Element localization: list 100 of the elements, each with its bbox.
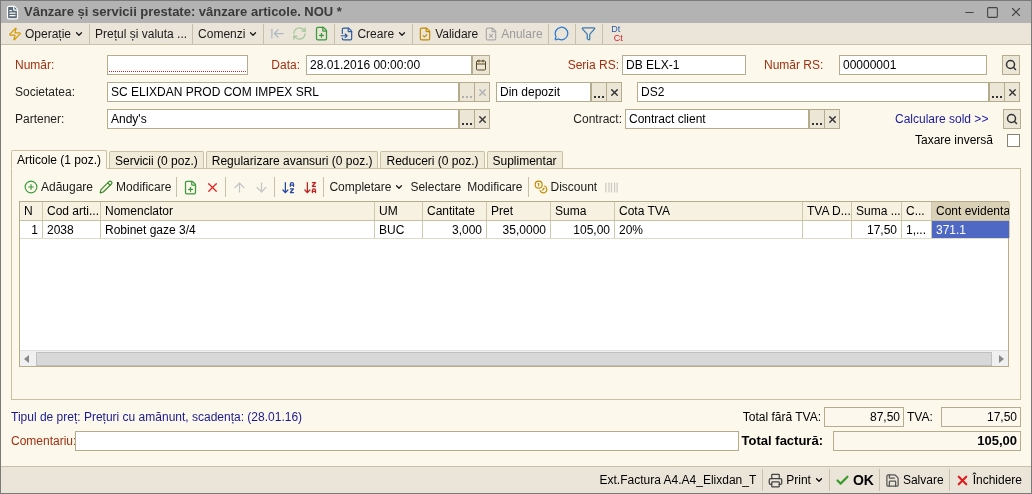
tab[interactable]: Regularizare avansuri (0 poz.) xyxy=(205,151,379,168)
document-check-icon xyxy=(418,26,433,41)
search-button[interactable] xyxy=(1003,109,1021,129)
table-cell: 3,000 xyxy=(423,221,487,238)
column-header[interactable]: Nomenclator xyxy=(101,202,375,220)
horizontal-scrollbar[interactable] xyxy=(20,350,1008,366)
toolbar-button[interactable]: Prețul și valuta ... xyxy=(92,23,191,44)
footer-button[interactable]: OK xyxy=(828,469,879,491)
document-cancel-icon xyxy=(484,26,499,41)
number-field[interactable]: 00000001 xyxy=(839,55,987,75)
sort-descending-icon xyxy=(302,179,318,195)
table-cell: Robinet gaze 3/4 xyxy=(101,221,375,238)
tab[interactable]: Articole (1 poz.) xyxy=(11,150,108,169)
table-cell: 1 xyxy=(20,221,43,238)
toolbar-button[interactable]: Validare xyxy=(415,23,482,44)
table-cell: 371.1 xyxy=(932,221,1010,238)
table-cell: 35,0000 xyxy=(487,221,551,238)
toolbar-button[interactable]: Comenzi xyxy=(195,23,262,44)
maximize-icon[interactable] xyxy=(986,5,999,19)
comment-field[interactable] xyxy=(75,431,739,451)
vat-label: TVA: xyxy=(906,409,934,426)
vat-field: 17,50 xyxy=(941,407,1021,427)
footer-button[interactable]: Închidere xyxy=(948,469,1027,491)
clear-button[interactable] xyxy=(607,82,622,102)
column-header[interactable]: Suma xyxy=(551,202,615,220)
close-icon[interactable] xyxy=(1009,5,1023,19)
search-icon xyxy=(1005,59,1017,71)
column-header[interactable]: Cod arti... xyxy=(43,202,101,220)
sort-ascending-icon xyxy=(280,179,296,195)
tab[interactable]: Suplimentar xyxy=(486,151,563,168)
column-header[interactable]: UM xyxy=(375,202,423,220)
invoice-total-label: Total factură: xyxy=(741,432,823,451)
column-header[interactable]: Suma ... xyxy=(852,202,902,220)
close-icon xyxy=(608,86,620,98)
calculate-balance-link[interactable]: Calculare sold >> xyxy=(895,111,989,127)
document-plus-icon xyxy=(313,26,329,41)
toolbar-button[interactable]: Creare xyxy=(337,23,411,44)
clear-button[interactable] xyxy=(825,109,840,129)
clear-button[interactable] xyxy=(1005,82,1020,102)
invoice-total-field: 105,00 xyxy=(833,431,1021,451)
column-header[interactable]: TVA D... xyxy=(803,202,852,220)
calendar-button[interactable] xyxy=(472,55,490,75)
browse-button[interactable] xyxy=(591,82,607,102)
close-icon xyxy=(476,113,488,125)
reverse-charge-checkbox[interactable] xyxy=(1007,133,1020,147)
field-label: Seria RS: xyxy=(566,57,620,74)
net-total-label: Total fără TVA: xyxy=(742,409,821,426)
chat-bubble-icon xyxy=(554,26,570,41)
column-header[interactable]: Pret xyxy=(487,202,551,220)
date-field[interactable]: 28.01.2016 00:00:00 xyxy=(306,55,472,75)
column-header[interactable]: Cantitate xyxy=(423,202,487,220)
close-icon xyxy=(1006,86,1018,98)
table-cell: 17,50 xyxy=(852,221,902,238)
printer-icon xyxy=(768,472,784,488)
close-icon xyxy=(476,86,488,98)
footer-button[interactable]: Salvare xyxy=(878,469,949,491)
browse-button[interactable] xyxy=(989,82,1005,102)
field-label: Partener: xyxy=(14,111,66,128)
toolbar-button[interactable]: Selectare xyxy=(407,177,465,197)
reverse-charge-label: Taxare inversă xyxy=(914,132,993,149)
number-field[interactable] xyxy=(107,55,248,75)
footer-button[interactable]: Print xyxy=(762,469,829,491)
barcode-icon xyxy=(603,179,619,195)
toolbar-button[interactable]: Modificare xyxy=(464,177,526,197)
field-label: Contract: xyxy=(572,111,623,128)
column-header[interactable]: N xyxy=(20,202,43,220)
source-field[interactable]: Din depozit xyxy=(496,82,591,102)
series-field[interactable]: DB ELX-1 xyxy=(622,55,746,75)
add-icon xyxy=(24,180,38,194)
close-icon xyxy=(826,113,838,125)
lightning-icon xyxy=(8,26,22,41)
field-label: Societatea: xyxy=(14,84,77,101)
table-cell: 20% xyxy=(615,221,803,238)
price-info: Tipul de preț: Prețuri cu amănunt, scadența: (28.01.16) xyxy=(11,409,303,426)
arrow-down-icon xyxy=(253,179,269,195)
contract-field[interactable]: Contract client xyxy=(625,109,809,129)
pencil-icon xyxy=(99,180,114,194)
toolbar-button[interactable]: Modificare xyxy=(96,177,175,197)
tab[interactable]: Reduceri (0 poz.) xyxy=(380,151,485,168)
refresh-icon xyxy=(291,26,307,41)
warehouse-field[interactable]: DS2 xyxy=(637,82,989,102)
toolbar-button[interactable]: Adăugare xyxy=(21,177,97,197)
column-header[interactable]: Cota TVA xyxy=(615,202,803,220)
partner-field[interactable]: Andy's xyxy=(107,109,459,129)
table-cell: 2038 xyxy=(43,221,101,238)
browse-button[interactable] xyxy=(809,109,825,129)
search-icon xyxy=(1006,113,1018,125)
search-button[interactable] xyxy=(1002,55,1020,75)
tab[interactable]: Servicii (0 poz.) xyxy=(109,151,204,168)
clear-button[interactable] xyxy=(475,109,490,129)
toolbar-button[interactable]: Discount xyxy=(530,177,601,197)
field-label: Data: xyxy=(270,57,301,74)
debit-credit-button[interactable]: Dt Ct xyxy=(604,23,627,44)
browse-button[interactable] xyxy=(459,109,475,129)
table-cell: BUC xyxy=(375,221,423,238)
window-title: Vânzare și servicii prestate: vânzare articole. NOU * xyxy=(24,3,342,22)
toolbar-button[interactable]: Operație xyxy=(5,23,88,44)
field-label: Comentariu: xyxy=(11,433,75,450)
field-label: Număr: xyxy=(14,57,56,74)
toolbar-button[interactable]: Completare xyxy=(326,177,408,197)
